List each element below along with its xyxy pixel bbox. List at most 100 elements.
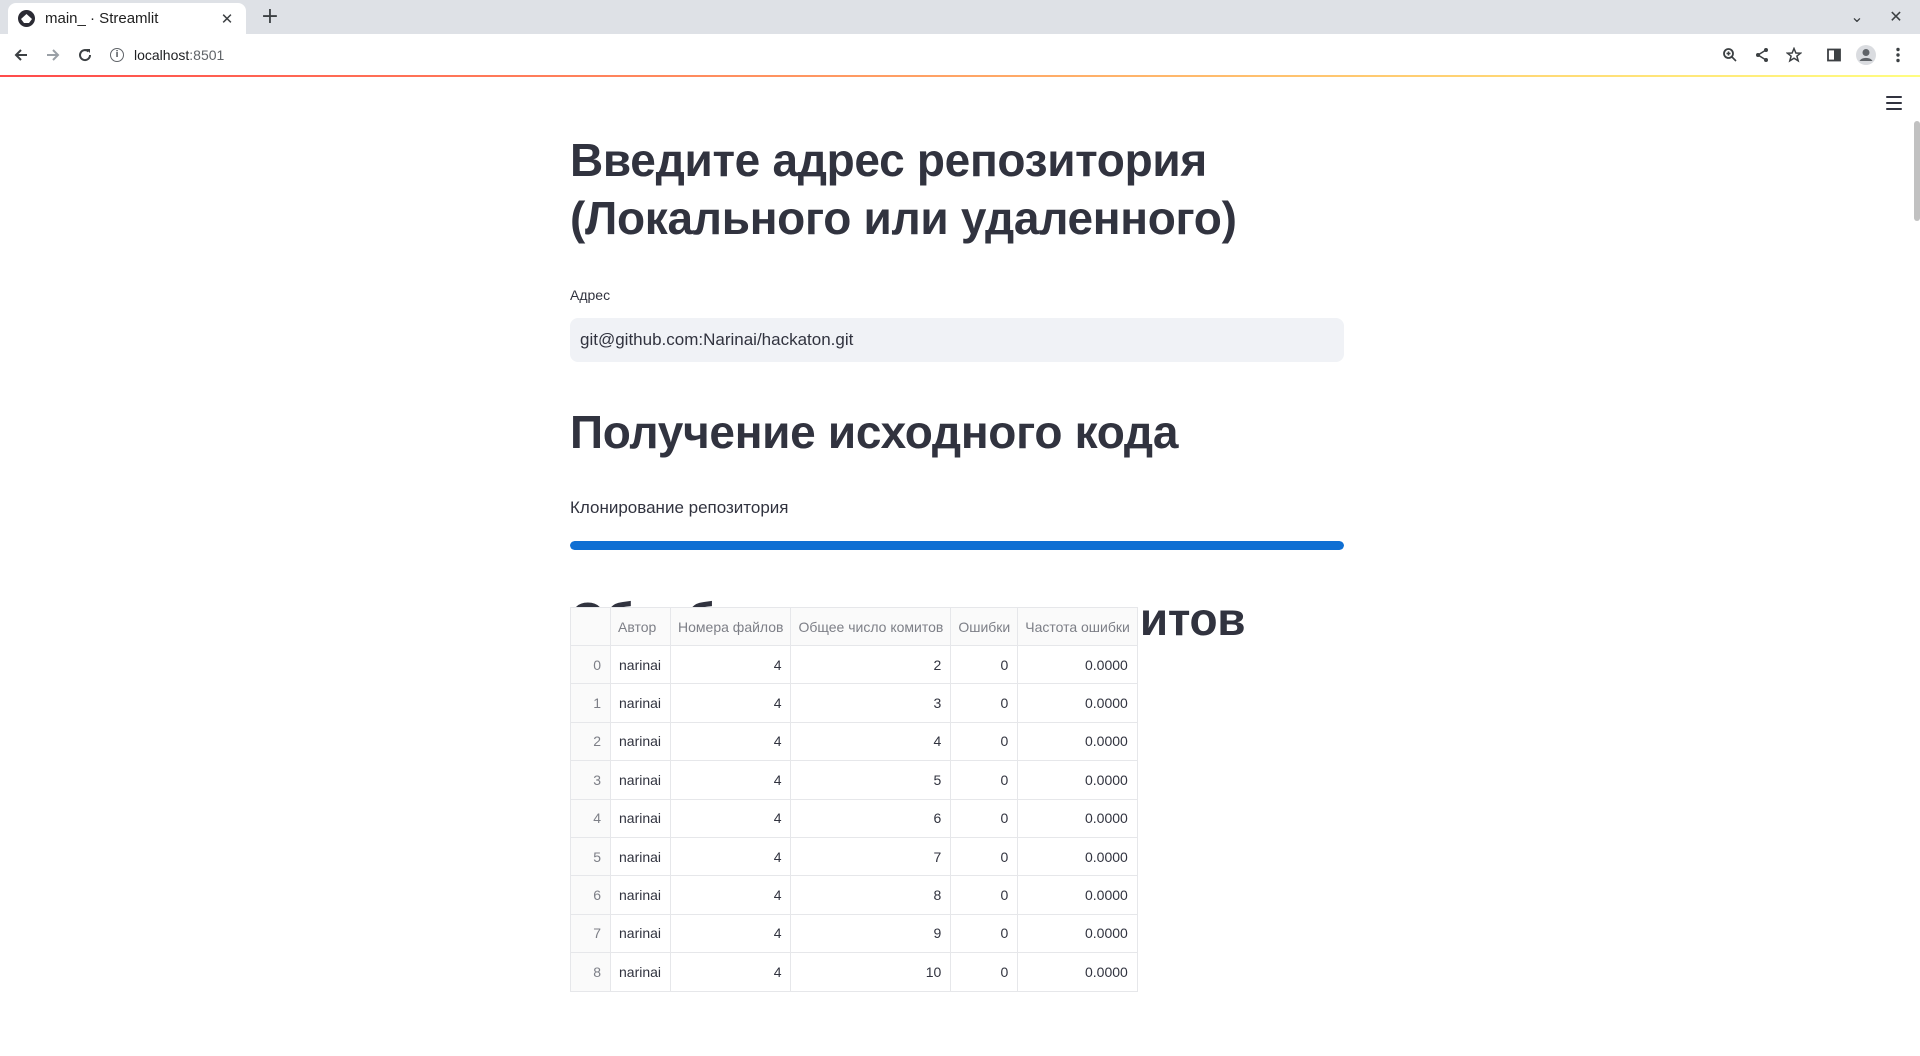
table-row[interactable]: 5 narinai 4 7 0 0.0000 [570, 836, 1138, 877]
row-index[interactable]: 4 [570, 798, 611, 838]
streamlit-icon [18, 10, 35, 27]
progress-bar [570, 541, 1344, 550]
errors-cell[interactable]: 0 [950, 798, 1019, 838]
error-rate-cell[interactable]: 0.0000 [1017, 644, 1138, 685]
author-cell[interactable]: narinai [609, 952, 672, 992]
errors-cell[interactable]: 0 [950, 875, 1019, 915]
commits-cell[interactable]: 5 [790, 760, 952, 800]
table-row[interactable]: 2 narinai 4 4 0 0.0000 [570, 721, 1138, 762]
files-cell[interactable]: 4 [670, 798, 792, 838]
table-row[interactable]: 0 narinai 4 2 0 0.0000 [570, 644, 1138, 685]
files-cell[interactable]: 4 [670, 952, 792, 992]
error-rate-cell[interactable]: 0.0000 [1017, 875, 1138, 915]
arrow-right-icon[interactable] [39, 41, 67, 69]
close-icon[interactable]: ✕ [218, 10, 236, 28]
error-rate-cell[interactable]: 0.0000 [1017, 760, 1138, 800]
address-bar[interactable]: i localhost:8501 [110, 39, 1760, 70]
plus-icon[interactable]: + [258, 4, 282, 30]
table-row[interactable]: 8 narinai 4 10 0 0.0000 [570, 952, 1138, 992]
error-rate-cell[interactable]: 0.0000 [1017, 721, 1138, 762]
side-panel-icon[interactable] [1820, 41, 1848, 69]
files-cell[interactable]: 4 [670, 836, 792, 877]
author-cell[interactable]: narinai [609, 836, 672, 877]
share-icon[interactable] [1748, 41, 1776, 69]
kebab-menu-icon[interactable] [1884, 41, 1912, 69]
errors-cell[interactable]: 0 [950, 760, 1019, 800]
column-header[interactable]: Ошибки [950, 607, 1019, 646]
zoom-icon[interactable] [1716, 41, 1744, 69]
chevron-down-icon[interactable]: ⌄ [1843, 4, 1871, 30]
row-index[interactable]: 5 [570, 836, 611, 877]
error-rate-cell[interactable]: 0.0000 [1017, 798, 1138, 838]
commits-cell[interactable]: 10 [790, 952, 952, 992]
error-rate-cell[interactable]: 0.0000 [1017, 683, 1138, 723]
arrow-left-icon[interactable] [7, 41, 35, 69]
errors-cell[interactable]: 0 [950, 683, 1019, 723]
files-cell[interactable]: 4 [670, 721, 792, 762]
errors-cell[interactable]: 0 [950, 721, 1019, 762]
error-rate-cell[interactable]: 0.0000 [1017, 836, 1138, 877]
errors-cell[interactable]: 0 [950, 952, 1019, 992]
row-index[interactable]: 0 [570, 644, 611, 685]
files-cell[interactable]: 4 [670, 875, 792, 915]
author-cell[interactable]: narinai [609, 721, 672, 762]
progress-text: Клонирование репозитория [570, 498, 789, 517]
column-header[interactable]: Частота ошибки [1017, 607, 1138, 646]
row-index[interactable]: 6 [570, 875, 611, 915]
files-cell[interactable]: 4 [670, 760, 792, 800]
tab-title: main_ · Streamlit [45, 10, 159, 27]
errors-cell[interactable]: 0 [950, 644, 1019, 685]
repo-heading: Введите адрес репозитория (Локального ил… [570, 134, 1237, 244]
star-icon[interactable] [1780, 41, 1808, 69]
errors-cell[interactable]: 0 [950, 836, 1019, 877]
commits-cell[interactable]: 3 [790, 683, 952, 723]
author-cell[interactable]: narinai [609, 875, 672, 915]
author-cell[interactable]: narinai [609, 913, 672, 954]
error-rate-cell[interactable]: 0.0000 [1017, 913, 1138, 954]
index-header [570, 607, 611, 646]
author-cell[interactable]: narinai [609, 683, 672, 723]
commits-cell[interactable]: 4 [790, 721, 952, 762]
hamburger-icon[interactable] [1883, 93, 1905, 113]
row-index[interactable]: 2 [570, 721, 611, 762]
table-row[interactable]: 6 narinai 4 8 0 0.0000 [570, 875, 1138, 915]
url-host: localhost [134, 46, 190, 63]
row-index[interactable]: 3 [570, 760, 611, 800]
scrollbar[interactable] [1914, 121, 1920, 221]
profile-icon[interactable] [1852, 41, 1880, 69]
url-text: localhost:8501 [134, 47, 224, 63]
commits-cell[interactable]: 7 [790, 836, 952, 877]
url-port: :8501 [189, 46, 225, 63]
info-icon[interactable]: i [110, 47, 124, 62]
files-cell[interactable]: 4 [670, 644, 792, 685]
reload-icon[interactable] [71, 41, 99, 69]
commits-cell[interactable]: 6 [790, 798, 952, 838]
row-index[interactable]: 8 [570, 952, 611, 992]
table-row[interactable]: 1 narinai 4 3 0 0.0000 [570, 683, 1138, 723]
commits-dataframe[interactable]: Автор Номера файлов Общее число комитов … [570, 607, 1138, 992]
table-row[interactable]: 4 narinai 4 6 0 0.0000 [570, 798, 1138, 838]
author-cell[interactable]: narinai [609, 760, 672, 800]
commits-cell[interactable]: 9 [790, 913, 952, 954]
errors-cell[interactable]: 0 [950, 913, 1019, 954]
table-row[interactable]: 7 narinai 4 9 0 0.0000 [570, 913, 1138, 954]
files-cell[interactable]: 4 [670, 913, 792, 954]
row-index[interactable]: 7 [570, 913, 611, 954]
browser-tab[interactable]: main_ · Streamlit ✕ [8, 3, 246, 34]
address-label: Адрес [570, 287, 611, 303]
browser-toolbar: i localhost:8501 [0, 34, 1920, 75]
address-input[interactable] [570, 318, 1344, 362]
author-cell[interactable]: narinai [609, 798, 672, 838]
commits-cell[interactable]: 8 [790, 875, 952, 915]
error-rate-cell[interactable]: 0.0000 [1017, 952, 1138, 992]
column-header[interactable]: Номера файлов [670, 607, 792, 646]
files-cell[interactable]: 4 [670, 683, 792, 723]
window-close-icon[interactable]: ✕ [1882, 4, 1910, 30]
table-header-row: Автор Номера файлов Общее число комитов … [570, 607, 1138, 646]
column-header[interactable]: Автор [609, 607, 672, 646]
author-cell[interactable]: narinai [609, 644, 672, 685]
row-index[interactable]: 1 [570, 683, 611, 723]
commits-cell[interactable]: 2 [790, 644, 952, 685]
column-header[interactable]: Общее число комитов [790, 607, 952, 646]
table-row[interactable]: 3 narinai 4 5 0 0.0000 [570, 760, 1138, 800]
